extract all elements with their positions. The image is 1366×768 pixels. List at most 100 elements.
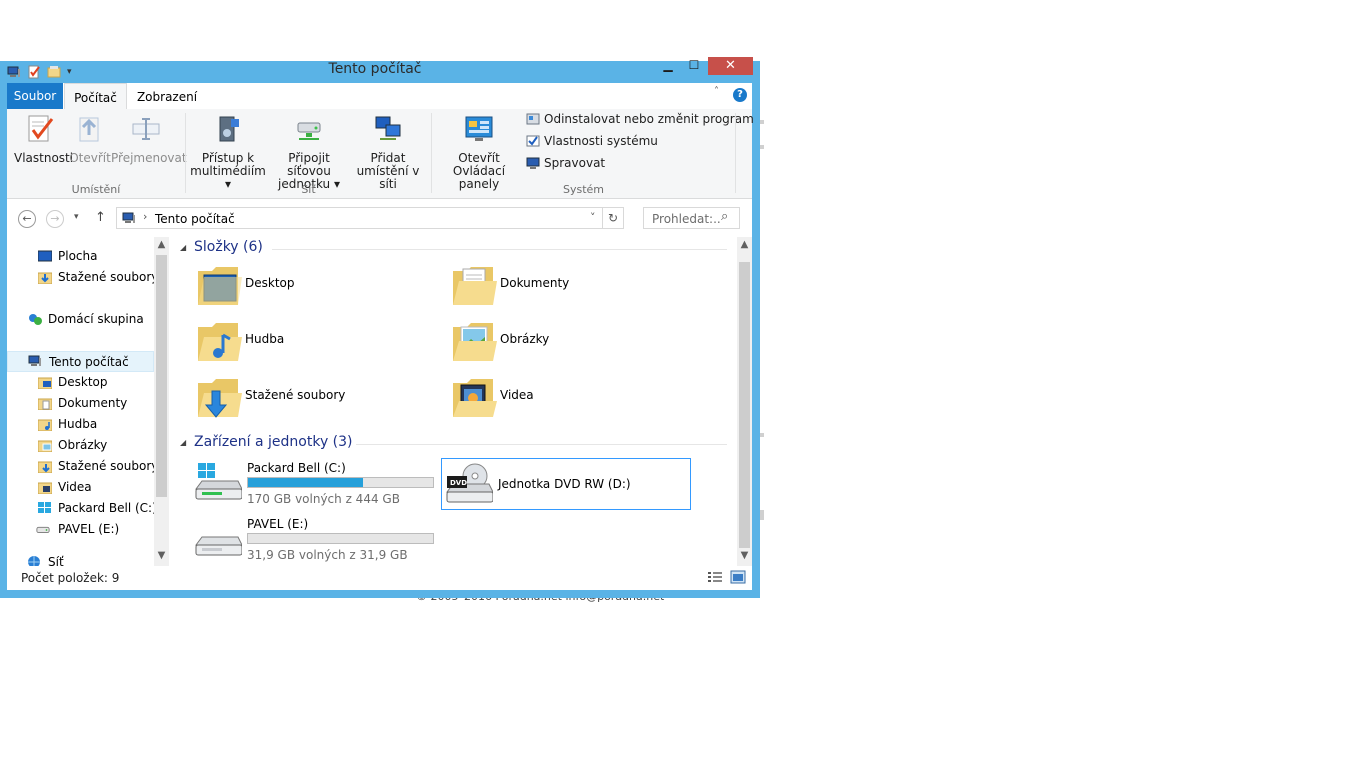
media-access-button[interactable]: Přístup k multimédiím ▾ [190, 113, 266, 191]
tab-file[interactable]: Soubor [7, 83, 63, 109]
up-button[interactable]: ↑ [95, 210, 106, 225]
nav-item-videos[interactable]: Videa [7, 477, 154, 498]
forward-button[interactable]: → [46, 210, 64, 228]
tab-computer[interactable]: Počítač [64, 83, 127, 109]
computer-icon [122, 212, 135, 223]
group-location-label: Umístění [71, 183, 121, 196]
folder-label: Hudba [245, 332, 285, 346]
minimize-button[interactable]: ▁ [655, 57, 681, 73]
nav-item-music[interactable]: Hudba [7, 414, 154, 435]
drive-free-space: 170 GB volných z 444 GB [247, 492, 400, 506]
downloads-folder-icon [38, 272, 52, 284]
add-network-location-button[interactable]: Přidat umístění v síti [352, 113, 424, 191]
ribbon-collapse-button[interactable]: ˄ [714, 86, 726, 100]
nav-scrollbar[interactable]: ▲ ▼ [154, 237, 169, 566]
properties-label: Vlastnosti [14, 151, 74, 165]
collapse-group-icon[interactable]: ◢ [180, 438, 186, 447]
manage-button[interactable]: Spravovat [526, 153, 605, 173]
desktop-folder-icon [38, 377, 52, 389]
nav-item-label: Síť [48, 555, 64, 566]
pictures-folder-icon [38, 440, 52, 452]
open-control-panel-button[interactable]: Otevřít Ovládací panely [437, 113, 521, 191]
desktop-folder-icon [198, 267, 242, 305]
breadcrumb-separator[interactable]: › [143, 210, 147, 223]
refresh-button[interactable]: ↻ [603, 207, 624, 229]
nav-scroll-thumb[interactable] [156, 255, 167, 497]
folders-group-header[interactable]: Složky (6) [194, 239, 263, 255]
title-bar[interactable]: ▾ Tento počítač ▁ ☐ ✕ [0, 57, 760, 83]
maximize-button[interactable]: ☐ [681, 57, 707, 73]
dvd-badge: DVD [450, 479, 468, 487]
drive-item-e[interactable]: PAVEL (E:) 31,9 GB volných z 31,9 GB [194, 517, 440, 566]
rename-button[interactable]: Přejmenovat [111, 113, 187, 165]
drive-item-c[interactable]: Packard Bell (C:) 170 GB volných z 444 G… [194, 461, 440, 511]
nav-item-desktop-fav[interactable]: Plocha [7, 246, 154, 267]
window-title: Tento počítač [328, 61, 422, 77]
breadcrumb-this-pc[interactable]: Tento počítač [155, 212, 235, 226]
address-bar[interactable]: › Tento počítač ˅ [116, 207, 603, 229]
folder-label: Videa [500, 388, 534, 402]
folder-item[interactable]: Desktop [194, 261, 434, 313]
content-scroll-thumb[interactable] [739, 262, 750, 548]
open-button[interactable]: Otevřít [68, 113, 112, 165]
large-icons-view-icon[interactable] [730, 570, 746, 584]
scroll-up-icon[interactable]: ▲ [737, 237, 752, 253]
search-input[interactable] [650, 209, 722, 229]
scroll-up-icon[interactable]: ▲ [154, 237, 169, 253]
system-properties-label: Vlastnosti systému [544, 134, 658, 148]
back-button[interactable]: ← [18, 210, 36, 228]
nav-item-drive-c[interactable]: Packard Bell (C:) [7, 498, 157, 519]
nav-item-network[interactable]: Síť [7, 552, 154, 566]
search-icon[interactable]: ⌕ [721, 209, 728, 224]
recent-locations-button[interactable]: ▾ [74, 212, 79, 222]
nav-item-label: Stažené soubory [58, 270, 159, 284]
item-count: Počet položek: 9 [21, 571, 120, 585]
status-bar: Počet položek: 9 [7, 566, 752, 590]
navigation-pane[interactable]: Plocha Stažené soubory Domácí skupina Te… [7, 237, 170, 566]
scroll-down-icon[interactable]: ▼ [737, 548, 752, 564]
folder-item[interactable]: Hudba [194, 317, 434, 369]
nav-item-label: PAVEL (E:) [58, 522, 120, 536]
nav-item-downloads-fav[interactable]: Stažené soubory [7, 267, 158, 288]
documents-folder-icon [38, 398, 52, 410]
nav-item-pictures[interactable]: Obrázky [7, 435, 154, 456]
nav-item-drive-e[interactable]: PAVEL (E:) [7, 519, 154, 540]
content-pane[interactable]: ◢ Složky (6) Desktop Dokumenty Hudba Obr… [170, 237, 752, 566]
drive-item-dvd[interactable]: DVD Jednotka DVD RW (D:) [441, 458, 691, 510]
address-dropdown-button[interactable]: ˅ [590, 211, 596, 224]
folder-item[interactable]: Dokumenty [449, 261, 689, 313]
folder-item[interactable]: Videa [449, 373, 689, 425]
map-network-drive-button[interactable]: Připojit síťovou jednotku ▾ [265, 113, 353, 191]
system-properties-button[interactable]: Vlastnosti systému [526, 131, 658, 151]
drive-name: Packard Bell (C:) [247, 461, 346, 475]
help-button[interactable]: ? [733, 88, 747, 102]
nav-item-this-pc[interactable]: Tento počítač [7, 351, 154, 372]
collapse-group-icon[interactable]: ◢ [180, 243, 186, 252]
search-box[interactable]: ⌕ [643, 207, 740, 229]
scroll-down-icon[interactable]: ▼ [154, 548, 169, 564]
nav-item-documents[interactable]: Dokumenty [7, 393, 154, 414]
nav-item-label: Tento počítač [49, 355, 129, 369]
folder-item[interactable]: Stažené soubory [194, 373, 434, 425]
drive-usage-fill [248, 478, 363, 487]
details-view-icon[interactable] [707, 570, 723, 584]
nav-item-homegroup[interactable]: Domácí skupina [7, 309, 154, 330]
content-scrollbar[interactable]: ▲ ▼ [737, 237, 752, 566]
open-icon [79, 117, 99, 142]
system-properties-icon [526, 135, 540, 147]
folder-item[interactable]: Obrázky [449, 317, 689, 369]
nav-item-desktop[interactable]: Desktop [7, 372, 154, 393]
ribbon: Vlastnosti Otevřít Přejmenovat Umístění … [7, 109, 754, 199]
close-button[interactable]: ✕ [708, 57, 753, 75]
uninstall-program-button[interactable]: Odinstalovat nebo změnit program [526, 109, 754, 129]
network-icon [28, 556, 40, 566]
address-row: ← → ▾ ↑ › Tento počítač ˅ ↻ ⌕ [7, 199, 752, 237]
properties-button[interactable]: Vlastnosti [14, 113, 74, 165]
devices-group-header[interactable]: Zařízení a jednotky (3) [194, 434, 353, 450]
tab-view[interactable]: Zobrazení [133, 83, 201, 109]
group-divider [272, 249, 727, 250]
nav-item-downloads[interactable]: Stažené soubory [7, 456, 158, 477]
drive-name: Jednotka DVD RW (D:) [498, 477, 631, 491]
group-divider [356, 444, 727, 445]
ribbon-separator [735, 113, 736, 193]
